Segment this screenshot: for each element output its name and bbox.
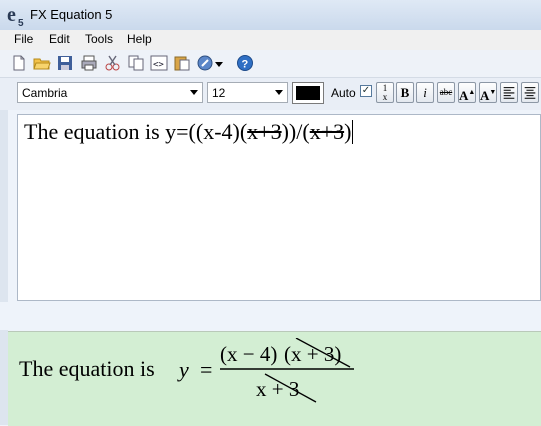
color-picker-button[interactable] <box>292 82 324 104</box>
cut-icon[interactable] <box>104 54 122 72</box>
paste-icon[interactable] <box>173 54 191 72</box>
size-select-value: 12 <box>212 86 226 100</box>
svg-text:e: e <box>7 4 16 26</box>
menu-bar: File Edit Tools Help <box>0 30 541 50</box>
size-select[interactable]: 12 <box>207 82 288 103</box>
new-doc-icon[interactable] <box>10 54 28 72</box>
toolbar: <> ? <box>0 50 541 78</box>
text-caret <box>352 120 354 144</box>
svg-text:5: 5 <box>18 18 24 27</box>
editor-text-struck: x+3 <box>309 119 345 144</box>
editor-text-part: ))/( <box>281 119 310 144</box>
color-swatch <box>296 86 320 100</box>
numerator-left: (x − 4) <box>220 342 277 366</box>
bold-button[interactable]: B <box>396 82 414 103</box>
var-y: y <box>177 357 189 382</box>
rendered-equation: y = (x − 4) (x + 3) x + 3 <box>177 338 354 403</box>
font-select[interactable]: Cambria <box>17 82 203 103</box>
app-logo-icon: e 5 <box>7 4 24 27</box>
align-left-icon[interactable] <box>500 82 518 103</box>
print-icon[interactable] <box>80 54 98 72</box>
dropdown-arrow-icon[interactable] <box>214 54 224 72</box>
strikethrough-button[interactable]: abc <box>437 82 455 103</box>
open-folder-icon[interactable] <box>33 54 51 72</box>
svg-text:<>: <> <box>153 60 164 70</box>
copy-icon[interactable] <box>127 54 145 72</box>
preview-lead-text: The equation is <box>19 356 155 381</box>
svg-text:?: ? <box>242 59 249 71</box>
editor-text-part: ) <box>344 119 352 144</box>
numerator-right: (x + 3) <box>284 342 341 366</box>
editor-text-struck: x+3 <box>247 119 282 144</box>
plugin-icon[interactable] <box>196 54 214 72</box>
italic-button[interactable]: i <box>416 82 434 103</box>
title-bar: e 5 FX Equation 5 <box>0 0 541 31</box>
font-select-value: Cambria <box>22 86 68 100</box>
menu-edit[interactable]: Edit <box>49 32 70 46</box>
menu-tools[interactable]: Tools <box>85 32 113 46</box>
equals-sign: = <box>200 357 212 382</box>
grow-font-button[interactable]: A▲ <box>458 82 476 103</box>
auto-label: Auto <box>331 86 356 100</box>
chevron-down-icon <box>275 90 283 95</box>
align-center-icon[interactable] <box>521 82 539 103</box>
help-icon[interactable]: ? <box>236 54 254 72</box>
shrink-font-button[interactable]: A▼ <box>479 82 497 103</box>
menu-help[interactable]: Help <box>127 32 152 46</box>
auto-checkbox[interactable]: ✓ <box>360 85 372 97</box>
chevron-down-icon <box>190 90 198 95</box>
save-icon[interactable] <box>56 54 74 72</box>
code-icon[interactable]: <> <box>150 54 168 72</box>
editor-text: The equation is y=((x-4)(x+3))/(x+3) <box>24 119 354 145</box>
left-panel-edge <box>0 110 8 425</box>
window-title: FX Equation 5 <box>30 7 113 22</box>
equation-editor[interactable]: The equation is y=((x-4)(x+3))/(x+3) <box>17 114 541 301</box>
splitter[interactable] <box>0 302 541 330</box>
editor-text-part: The equation is y=((x-4)( <box>24 119 248 144</box>
menu-file[interactable]: File <box>14 32 33 46</box>
equation-preview: The equation is y = (x − 4) (x + 3) x + … <box>8 331 541 426</box>
fraction-button[interactable]: 1x <box>376 82 394 103</box>
